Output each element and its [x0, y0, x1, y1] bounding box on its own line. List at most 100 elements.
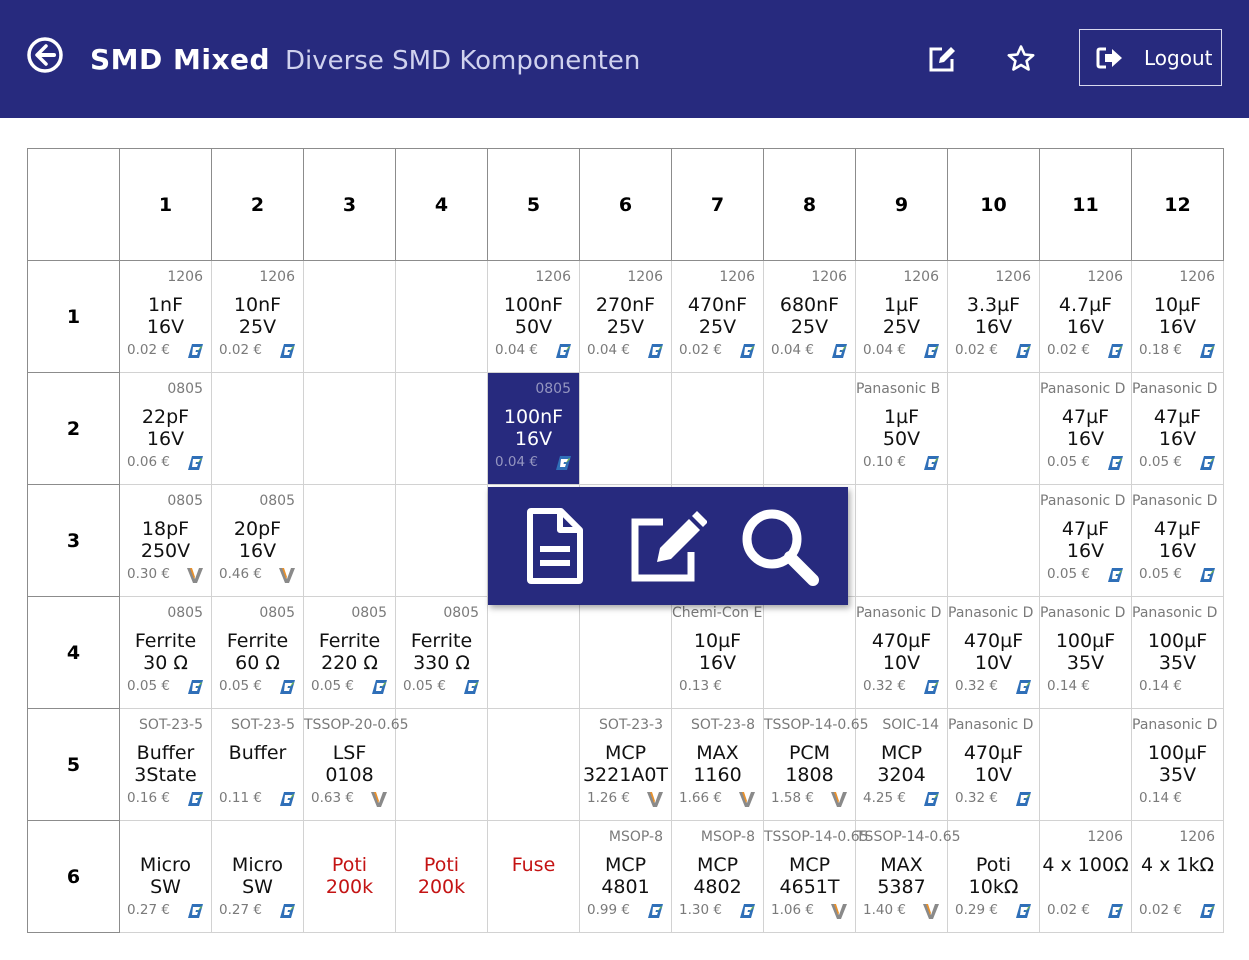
grid-cell[interactable]: Micro SW 0.27 €	[211, 820, 304, 933]
grid-cell[interactable]	[763, 596, 856, 709]
grid-cell[interactable]: 1206 4.7µF 16V 0.02 €	[1039, 260, 1132, 373]
grid-cell[interactable]: Chemi-Con E 10µF 16V 0.13 €	[671, 596, 764, 709]
grid-cell[interactable]: Panasonic B 1µF 50V 0.10 €	[855, 372, 948, 485]
grid-cell[interactable]: Panasonic D 100µF 35V 0.14 €	[1131, 708, 1224, 821]
grid-cell[interactable]: TSSOP-14-0.65 PCM 1808 1.58 €	[763, 708, 869, 821]
grid-cell[interactable]: 0805 Ferrite 60 Ω 0.05 €	[211, 596, 304, 709]
cell-value-line1: 1nF	[147, 294, 184, 316]
grid-cell[interactable]: Poti 200k	[303, 820, 396, 933]
grid-cell[interactable]: 1206 1µF 25V 0.04 €	[855, 260, 948, 373]
grid-cell[interactable]: 1206 10µF 16V 0.18 €	[1131, 260, 1224, 373]
cell-value: Poti 10kΩ	[948, 854, 1039, 898]
grid-cell[interactable]: 1206 4 x 100Ω 0.02 €	[1039, 820, 1132, 933]
grid-cell[interactable]	[947, 372, 1040, 485]
supplier-logo-icon	[1106, 454, 1124, 472]
cell-price: 0.05 €	[219, 678, 262, 694]
cell-price: 0.05 €	[403, 678, 446, 694]
cell-price: 0.02 €	[127, 342, 170, 358]
row-header-1: 1	[27, 260, 120, 373]
grid-cell[interactable]: SOT-23-5 Buffer 0.11 €	[211, 708, 304, 821]
edit-entry-button[interactable]	[622, 503, 712, 589]
grid-cell[interactable]: Poti 200k	[395, 820, 488, 933]
grid-cell[interactable]	[211, 372, 304, 485]
grid-cell[interactable]	[395, 708, 488, 821]
grid-cell[interactable]: Panasonic D 470µF 10V 0.32 €	[855, 596, 948, 709]
grid-cell[interactable]: 1206 3.3µF 16V 0.02 €	[947, 260, 1040, 373]
cell-value-line2: 30 Ω	[143, 652, 188, 674]
grid-cell[interactable]: Micro SW 0.27 €	[119, 820, 212, 933]
grid-cell[interactable]: 0805 Ferrite 220 Ω 0.05 €	[303, 596, 396, 709]
column-header-4: 4	[395, 148, 488, 261]
grid-cell[interactable]: TSSOP-14-0.65 MAX 5387 1.40 €	[855, 820, 961, 933]
cell-value: MCP 3204	[856, 742, 947, 786]
back-button[interactable]	[26, 36, 64, 74]
grid-cell[interactable]: Panasonic D 100µF 35V 0.14 €	[1131, 596, 1224, 709]
cell-value: 10nF 25V	[212, 294, 303, 338]
grid-cell[interactable]: MSOP-8 MCP 4802 1.30 €	[671, 820, 764, 933]
grid-cell[interactable]	[947, 484, 1040, 597]
grid-cell[interactable]	[395, 260, 488, 373]
grid-cell[interactable]: Panasonic D 470µF 10V 0.32 €	[947, 596, 1040, 709]
cell-value-line1: 47µF	[1061, 518, 1110, 540]
grid-cell[interactable]	[303, 260, 396, 373]
grid-cell[interactable]: Panasonic D 470µF 10V 0.32 €	[947, 708, 1040, 821]
grid-cell[interactable]: SOT-23-8 MAX 1160 1.66 €	[671, 708, 764, 821]
cell-package: TSSOP-20-0.65	[304, 717, 409, 733]
grid-cell[interactable]	[1039, 708, 1132, 821]
grid-cell[interactable]	[303, 372, 396, 485]
grid-cell[interactable]: 1206 10nF 25V 0.02 €	[211, 260, 304, 373]
grid-cell[interactable]	[855, 484, 948, 597]
grid-cell[interactable]	[395, 484, 488, 597]
grid-cell[interactable]: TSSOP-14-0.65 MCP 4651T 1.06 €	[763, 820, 869, 933]
grid-cell[interactable]: Panasonic D 47µF 16V 0.05 €	[1131, 484, 1224, 597]
grid-cell[interactable]: SOT-23-3 MCP 3221A0T 1.26 €	[579, 708, 672, 821]
logout-button[interactable]: Logout	[1079, 29, 1222, 86]
grid-cell[interactable]	[303, 484, 396, 597]
cell-package: SOIC-14	[882, 717, 939, 733]
grid-cell[interactable]: 0805 18pF 250V 0.30 €	[119, 484, 212, 597]
grid-cell[interactable]: Panasonic D 47µF 16V 0.05 €	[1039, 372, 1132, 485]
grid-cell[interactable]: 0805 Ferrite 30 Ω 0.05 €	[119, 596, 212, 709]
grid-cell[interactable]: SOIC-14 MCP 3204 4.25 €	[855, 708, 948, 821]
cell-package: Chemi-Con E	[672, 605, 763, 621]
cell-package: SOT-23-5	[231, 717, 295, 733]
grid-cell[interactable]: 1206 1nF 16V 0.02 €	[119, 260, 212, 373]
favorite-button[interactable]	[1006, 44, 1036, 74]
grid-cell[interactable]	[671, 372, 764, 485]
row-header-4: 4	[27, 596, 120, 709]
grid-cell[interactable]: 0805 100nF 16V 0.04 €	[487, 372, 580, 485]
grid-cell[interactable]: SOT-23-5 Buffer 3State 0.16 €	[119, 708, 212, 821]
cell-price: 0.27 €	[127, 902, 170, 918]
grid-cell[interactable]: Fuse	[487, 820, 580, 933]
grid-cell[interactable]: 1206 470nF 25V 0.02 €	[671, 260, 764, 373]
grid-cell[interactable]: 0805 20pF 16V 0.46 €	[211, 484, 304, 597]
cell-value-line1: Ferrite	[410, 630, 473, 652]
cell-value-line1: Ferrite	[134, 630, 197, 652]
grid-cell[interactable]: TSSOP-20-0.65 LSF 0108 0.63 €	[303, 708, 409, 821]
grid-cell[interactable]: 1206 270nF 25V 0.04 €	[579, 260, 672, 373]
grid-cell[interactable]	[395, 372, 488, 485]
grid-cell[interactable]	[763, 372, 856, 485]
column-header-3: 3	[303, 148, 396, 261]
grid-cell[interactable]: Panasonic D 47µF 16V 0.05 €	[1039, 484, 1132, 597]
edit-button[interactable]	[927, 44, 957, 74]
grid-cell[interactable]	[487, 708, 580, 821]
grid-cell[interactable]: Poti 10kΩ 0.29 €	[947, 820, 1040, 933]
grid-cell[interactable]: 1206 100nF 50V 0.04 €	[487, 260, 580, 373]
grid-cell[interactable]: 0805 22pF 16V 0.06 €	[119, 372, 212, 485]
grid-cell[interactable]: Panasonic D 100µF 35V 0.14 €	[1039, 596, 1132, 709]
cell-price: 0.02 €	[955, 342, 998, 358]
grid-cell[interactable]	[487, 596, 580, 709]
grid-cell[interactable]: MSOP-8 MCP 4801 0.99 €	[579, 820, 672, 933]
grid-cell[interactable]: 1206 680nF 25V 0.04 €	[763, 260, 856, 373]
supplier-logo-icon	[1014, 678, 1032, 696]
grid-cell[interactable]	[579, 596, 672, 709]
grid-cell[interactable]	[579, 372, 672, 485]
grid-cell[interactable]: Panasonic D 47µF 16V 0.05 €	[1131, 372, 1224, 485]
supplier-logo-icon	[922, 678, 940, 696]
details-button[interactable]	[510, 503, 600, 589]
grid-cell[interactable]: 1206 4 x 1kΩ 0.02 €	[1131, 820, 1224, 933]
cell-value-line2: 10V	[974, 764, 1013, 786]
search-button[interactable]	[734, 503, 824, 589]
grid-cell[interactable]: 0805 Ferrite 330 Ω 0.05 €	[395, 596, 488, 709]
